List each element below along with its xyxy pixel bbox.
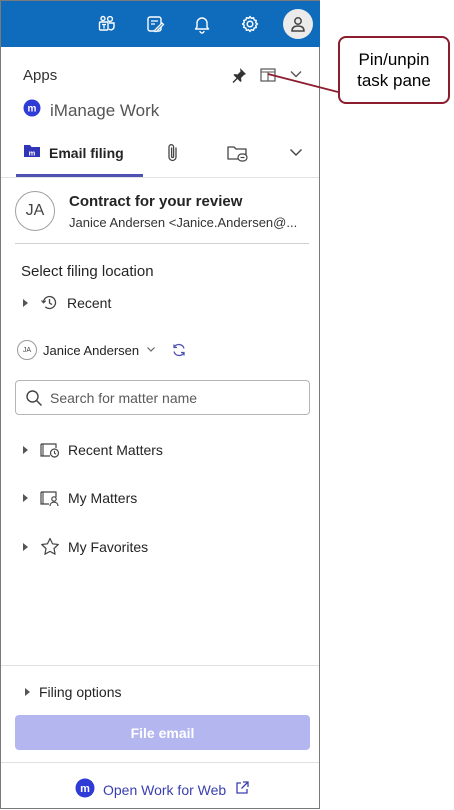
callout-line-2: task pane	[357, 71, 431, 90]
pin-unpin-callout: Pin/unpin task pane	[338, 36, 450, 104]
callout-line-1: Pin/unpin	[358, 50, 430, 69]
callout-leader-line	[267, 73, 339, 93]
